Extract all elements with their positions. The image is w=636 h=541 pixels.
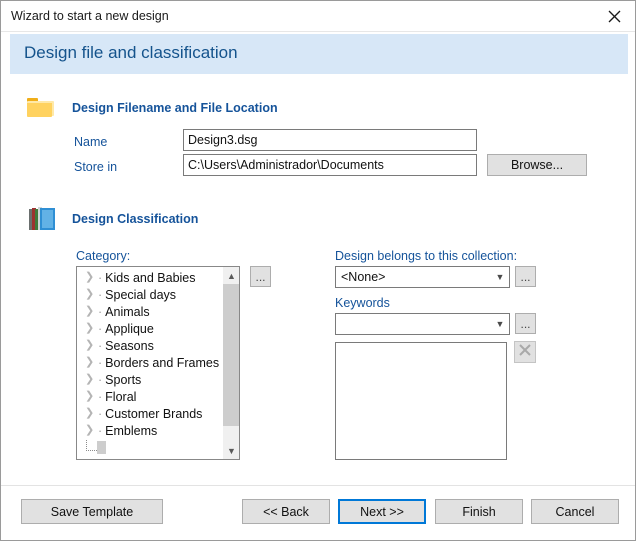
- category-tree-item-label: Floral: [105, 390, 136, 404]
- category-tree-item-partial[interactable]: [77, 439, 222, 456]
- category-tree[interactable]: ❯·Kids and Babies❯·Special days❯·Animals…: [76, 266, 240, 460]
- finish-button[interactable]: Finish: [435, 499, 523, 524]
- chevron-right-icon[interactable]: ❯: [85, 391, 98, 402]
- category-tree-item[interactable]: ❯·Seasons: [77, 337, 222, 354]
- tree-bullet-icon: ·: [98, 322, 102, 336]
- chevron-down-icon[interactable]: ▼: [491, 272, 509, 282]
- x-delete-icon: [518, 343, 532, 362]
- category-tree-item-label: Emblems: [105, 424, 157, 438]
- keywords-label: Keywords: [335, 296, 390, 310]
- folder-icon: [27, 98, 55, 120]
- category-tree-item-label: Seasons: [105, 339, 154, 353]
- category-tree-item[interactable]: ❯·Customer Brands: [77, 405, 222, 422]
- category-tree-item-label: Applique: [105, 322, 154, 336]
- category-tree-item[interactable]: ❯·Borders and Frames: [77, 354, 222, 371]
- chevron-right-icon[interactable]: ❯: [85, 272, 98, 283]
- category-tree-item[interactable]: ❯·Emblems: [77, 422, 222, 439]
- tree-bullet-icon: ·: [98, 424, 102, 438]
- tree-bullet-icon: ·: [98, 271, 102, 285]
- keywords-delete-button[interactable]: [514, 341, 536, 363]
- page-banner: Design file and classification: [10, 34, 628, 74]
- tree-connector-line: [86, 440, 97, 451]
- collection-value: <None>: [336, 270, 491, 284]
- category-tree-item[interactable]: ❯·Floral: [77, 388, 222, 405]
- scroll-up-icon[interactable]: ▲: [223, 267, 240, 284]
- file-location-heading: Design Filename and File Location: [72, 101, 278, 115]
- category-tree-item-label: Customer Brands: [105, 407, 202, 421]
- wizard-dialog: Wizard to start a new design Design file…: [0, 0, 636, 541]
- save-template-button[interactable]: Save Template: [21, 499, 163, 524]
- scrollbar-thumb[interactable]: [223, 284, 240, 426]
- category-ellipsis-button[interactable]: ...: [250, 266, 271, 287]
- category-tree-item-label: Sports: [105, 373, 141, 387]
- tree-bullet-icon: ·: [98, 305, 102, 319]
- category-tree-items: ❯·Kids and Babies❯·Special days❯·Animals…: [77, 269, 222, 456]
- chevron-right-icon[interactable]: ❯: [85, 425, 98, 436]
- name-label: Name: [74, 135, 107, 149]
- tree-bullet-icon: ·: [98, 407, 102, 421]
- collection-ellipsis-button[interactable]: ...: [515, 266, 536, 287]
- category-tree-item[interactable]: ❯·Kids and Babies: [77, 269, 222, 286]
- scroll-down-icon[interactable]: ▼: [223, 442, 240, 459]
- tree-bullet-icon: ·: [98, 373, 102, 387]
- collection-combobox[interactable]: <None> ▼: [335, 266, 510, 288]
- dialog-content: Design Filename and File Location Name S…: [10, 74, 628, 484]
- collection-label: Design belongs to this collection:: [335, 249, 517, 263]
- chevron-right-icon[interactable]: ❯: [85, 306, 98, 317]
- chevron-right-icon[interactable]: ❯: [85, 323, 98, 334]
- category-tree-item-label: Special days: [105, 288, 176, 302]
- back-button[interactable]: << Back: [242, 499, 330, 524]
- close-icon: [608, 10, 621, 23]
- tree-bullet-icon: ·: [98, 390, 102, 404]
- tree-selection-highlight: [97, 441, 106, 454]
- chevron-down-icon[interactable]: ▼: [491, 319, 509, 329]
- category-label: Category:: [76, 249, 130, 263]
- chevron-right-icon[interactable]: ❯: [85, 340, 98, 351]
- browse-button[interactable]: Browse...: [487, 154, 587, 176]
- category-tree-item-label: Kids and Babies: [105, 271, 195, 285]
- store-in-label: Store in: [74, 160, 117, 174]
- keywords-ellipsis-button[interactable]: ...: [515, 313, 536, 334]
- page-title: Design file and classification: [24, 43, 238, 63]
- category-tree-scrollbar[interactable]: ▲ ▼: [222, 267, 239, 459]
- next-button[interactable]: Next >>: [338, 499, 426, 524]
- window-title: Wizard to start a new design: [11, 9, 169, 23]
- tree-bullet-icon: ·: [98, 288, 102, 302]
- chevron-right-icon[interactable]: ❯: [85, 374, 98, 385]
- dialog-footer: Save Template << Back Next >> Finish Can…: [1, 485, 636, 541]
- name-input[interactable]: [183, 129, 477, 151]
- books-stack-icon: [28, 206, 58, 234]
- category-tree-item[interactable]: ❯·Special days: [77, 286, 222, 303]
- keywords-combobox[interactable]: ▼: [335, 313, 510, 335]
- chevron-right-icon[interactable]: ❯: [85, 357, 98, 368]
- store-in-input[interactable]: [183, 154, 477, 176]
- design-classification-heading: Design Classification: [72, 212, 198, 226]
- category-tree-item[interactable]: ❯·Applique: [77, 320, 222, 337]
- chevron-right-icon[interactable]: ❯: [85, 408, 98, 419]
- cancel-button[interactable]: Cancel: [531, 499, 619, 524]
- category-tree-item-label: Animals: [105, 305, 149, 319]
- category-tree-item-label: Borders and Frames: [105, 356, 219, 370]
- chevron-right-icon[interactable]: ❯: [85, 289, 98, 300]
- category-tree-item[interactable]: ❯·Sports: [77, 371, 222, 388]
- tree-bullet-icon: ·: [98, 356, 102, 370]
- category-tree-item[interactable]: ❯·Animals: [77, 303, 222, 320]
- title-bar: Wizard to start a new design: [1, 1, 636, 32]
- tree-bullet-icon: ·: [98, 339, 102, 353]
- keywords-listbox[interactable]: [335, 342, 507, 460]
- close-button[interactable]: [592, 1, 636, 31]
